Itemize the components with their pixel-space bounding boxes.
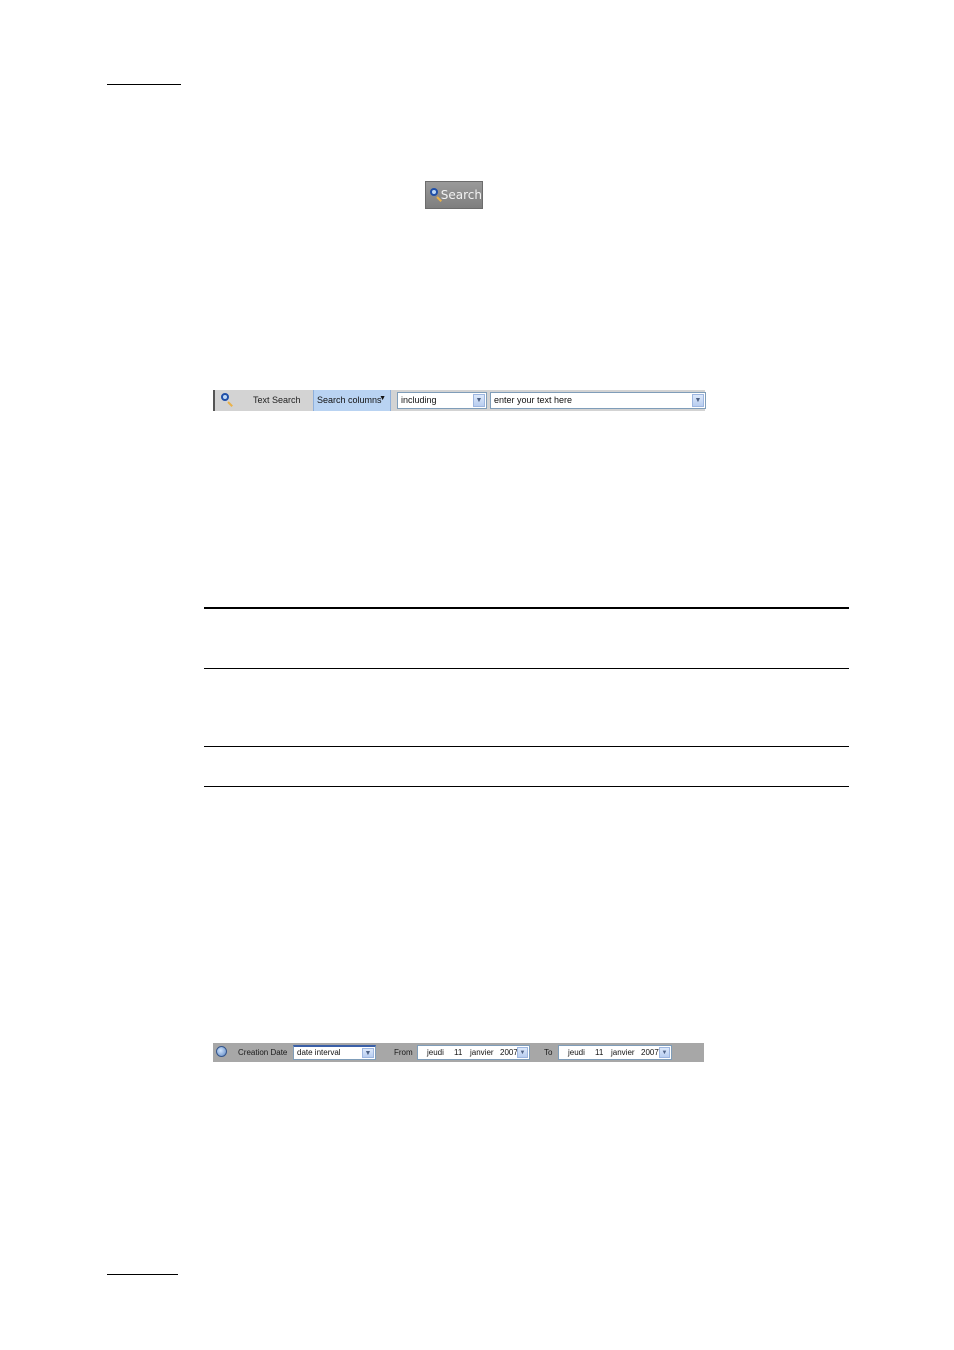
to-date-picker[interactable]: jeudi 11 janvier 2007 ▼ [558, 1045, 672, 1060]
from-date-picker[interactable]: jeudi 11 janvier 2007 ▼ [417, 1045, 530, 1060]
search-text-input[interactable]: enter your text here ▼ [490, 392, 706, 409]
chevron-down-icon[interactable]: ▼ [517, 1047, 528, 1058]
to-year: 2007 [641, 1048, 659, 1057]
chevron-down-icon[interactable]: ▼ [473, 394, 485, 407]
header-rule [107, 84, 181, 85]
creation-date-label: Creation Date [238, 1048, 288, 1057]
from-label: From [394, 1048, 413, 1057]
to-weekday: jeudi [568, 1048, 585, 1057]
search-columns-button[interactable]: Search columns ▼ [313, 390, 391, 411]
table-top-rule [204, 607, 849, 609]
text-search-label: Text Search [253, 395, 301, 405]
chevron-down-icon[interactable]: ▼ [692, 394, 704, 407]
date-interval-select[interactable]: date interval ▼ [293, 1045, 376, 1060]
from-weekday: jeudi [427, 1048, 444, 1057]
magnifier-icon[interactable] [220, 393, 234, 407]
chevron-down-icon[interactable]: ▼ [362, 1048, 374, 1058]
search-button-label: Search [440, 188, 482, 202]
from-day: 11 [454, 1048, 463, 1057]
magnifier-icon [429, 188, 442, 202]
footer-rule [107, 1274, 178, 1275]
creation-date-filter-bar: Creation Date date interval ▼ From jeudi… [213, 1043, 704, 1062]
table-row-divider [204, 668, 849, 669]
to-day: 11 [595, 1048, 604, 1057]
operator-select[interactable]: including ▼ [397, 392, 487, 409]
clock-icon[interactable] [216, 1046, 227, 1057]
dropdown-arrow-icon: ▼ [379, 395, 386, 402]
search-columns-label: Search columns [317, 395, 382, 405]
text-search-toolbar: Text Search Search columns ▼ including ▼… [213, 390, 706, 411]
to-label: To [544, 1048, 553, 1057]
chevron-down-icon[interactable]: ▼ [659, 1047, 670, 1058]
to-month: janvier [611, 1048, 635, 1057]
from-year: 2007 [500, 1048, 518, 1057]
table-bottom-rule [204, 786, 849, 787]
date-interval-value: date interval [297, 1048, 341, 1057]
operator-select-value: including [401, 395, 437, 405]
table-row-divider [204, 746, 849, 747]
from-month: janvier [470, 1048, 494, 1057]
search-button[interactable]: Search [425, 181, 483, 209]
search-text-placeholder: enter your text here [494, 395, 573, 405]
